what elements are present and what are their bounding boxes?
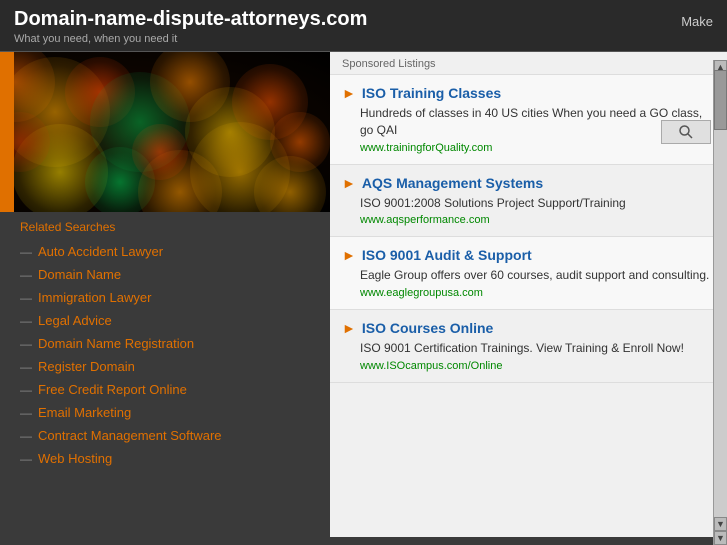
related-link[interactable]: Free Credit Report Online (38, 382, 187, 397)
related-list: — Auto Accident Lawyer — Domain Name — Immigr… (0, 240, 330, 470)
list-item[interactable]: — Domain Name (20, 263, 310, 286)
ad-url: www.ISOcampus.com/Online (360, 360, 715, 372)
arrow-icon: — (20, 337, 32, 351)
list-item[interactable]: — Legal Advice (20, 309, 310, 332)
ad-bullet-icon: ► (342, 320, 356, 336)
list-item[interactable]: — Email Marketing (20, 401, 310, 424)
ad-title: ISO Training Classes (362, 85, 501, 101)
scrollbar-down-btn1[interactable]: ▼ (714, 517, 727, 531)
ad-title-row: ► AQS Management Systems (342, 175, 715, 191)
ad-title: ISO 9001 Audit & Support (362, 247, 532, 263)
header-make-label: Make (681, 14, 713, 29)
related-link[interactable]: Immigration Lawyer (38, 290, 151, 305)
sponsored-label: Sponsored Listings (330, 52, 727, 75)
list-item[interactable]: — Domain Name Registration (20, 332, 310, 355)
related-link[interactable]: Legal Advice (38, 313, 112, 328)
ad-link[interactable]: ISO 9001 Audit & Support (362, 247, 532, 263)
ad-url: www.eaglegroupusa.com (360, 287, 715, 299)
ad-link[interactable]: ISO Training Classes (362, 85, 501, 101)
related-link[interactable]: Contract Management Software (38, 428, 222, 443)
bokeh-bg (0, 52, 330, 212)
related-searches-title: Related Searches (0, 212, 330, 240)
list-item[interactable]: — Contract Management Software (20, 424, 310, 447)
arrow-icon: — (20, 360, 32, 374)
ad-link[interactable]: AQS Management Systems (362, 175, 543, 191)
search-icon (678, 124, 694, 140)
ad-url: www.aqsperformance.com (360, 214, 715, 226)
banner-image (0, 52, 330, 212)
scrollbar[interactable]: ▲ ▼ ▼ (713, 60, 727, 545)
ad-title: ISO Courses Online (362, 320, 493, 336)
arrow-icon: — (20, 406, 32, 420)
header: Domain-name-dispute-attorneys.com What y… (0, 0, 727, 52)
scrollbar-thumb[interactable] (714, 70, 727, 130)
ad-item: ► AQS Management Systems ISO 9001:2008 S… (330, 165, 727, 238)
ad-description: ISO 9001 Certification Trainings. View T… (360, 340, 715, 357)
scrollbar-down-btn2[interactable]: ▼ (714, 531, 727, 545)
arrow-icon: — (20, 429, 32, 443)
orange-strip (0, 52, 14, 212)
related-link[interactable]: Auto Accident Lawyer (38, 244, 163, 259)
arrow-icon: — (20, 452, 32, 466)
list-item[interactable]: — Auto Accident Lawyer (20, 240, 310, 263)
related-link[interactable]: Domain Name Registration (38, 336, 194, 351)
arrow-icon: — (20, 314, 32, 328)
related-link[interactable]: Web Hosting (38, 451, 112, 466)
main-body: Related Searches — Auto Accident Lawyer — D… (0, 52, 727, 537)
ad-link[interactable]: ISO Courses Online (362, 320, 493, 336)
arrow-icon: — (20, 245, 32, 259)
ad-item: ► ISO Courses Online ISO 9001 Certificat… (330, 310, 727, 383)
arrow-icon: — (20, 291, 32, 305)
ad-bullet-icon: ► (342, 85, 356, 101)
related-link[interactable]: Register Domain (38, 359, 135, 374)
sidebar: Related Searches — Auto Accident Lawyer — D… (0, 52, 330, 537)
list-item[interactable]: — Register Domain (20, 355, 310, 378)
related-link[interactable]: Domain Name (38, 267, 121, 282)
ad-title: AQS Management Systems (362, 175, 543, 191)
arrow-icon: — (20, 268, 32, 282)
site-title: Domain-name-dispute-attorneys.com (14, 8, 367, 31)
ad-title-row: ► ISO Training Classes (342, 85, 715, 101)
ad-bullet-icon: ► (342, 247, 356, 263)
ad-description: Eagle Group offers over 60 courses, audi… (360, 267, 715, 284)
ad-item: ► ISO 9001 Audit & Support Eagle Group o… (330, 237, 727, 310)
ad-title-row: ► ISO 9001 Audit & Support (342, 247, 715, 263)
arrow-icon: — (20, 383, 32, 397)
search-box[interactable] (661, 120, 711, 144)
site-subtitle: What you need, when you need it (14, 33, 367, 45)
list-item[interactable]: — Immigration Lawyer (20, 286, 310, 309)
list-item[interactable]: — Web Hosting (20, 447, 310, 470)
ad-bullet-icon: ► (342, 175, 356, 191)
related-link[interactable]: Email Marketing (38, 405, 131, 420)
bokeh-circle (132, 124, 188, 180)
ad-title-row: ► ISO Courses Online (342, 320, 715, 336)
ad-description: ISO 9001:2008 Solutions Project Support/… (360, 195, 715, 212)
list-item[interactable]: — Free Credit Report Online (20, 378, 310, 401)
header-left: Domain-name-dispute-attorneys.com What y… (14, 8, 367, 45)
